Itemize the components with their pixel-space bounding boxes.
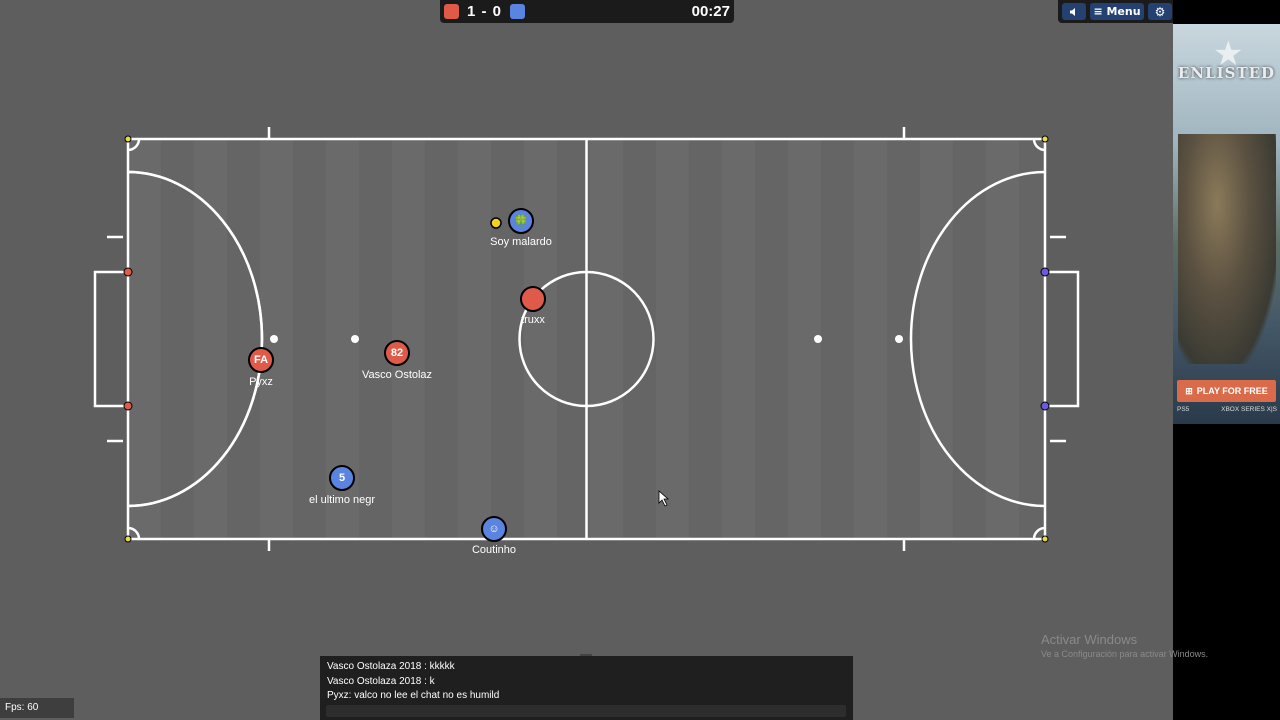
ad-cta-label: PLAY FOR FREE	[1196, 386, 1268, 396]
ad-logo: ENLISTED	[1177, 64, 1276, 82]
speaker-icon	[1070, 7, 1075, 16]
player-name: Coutinho	[471, 544, 517, 556]
ad-image[interactable]: ★ ENLISTED	[1173, 24, 1280, 424]
penalty-spot	[351, 335, 359, 343]
corner-post	[1041, 135, 1049, 143]
chat-input[interactable]	[326, 705, 846, 717]
watermark-title: Activar Windows	[1041, 632, 1138, 647]
player-disc-el-ultimo: 5	[329, 465, 355, 491]
scoreboard: 1 - 0 00:27	[440, 0, 734, 23]
penalty-spot	[270, 335, 278, 343]
windows-icon: ⊞	[1185, 385, 1193, 396]
game-area[interactable]: 🍀 Soy malardo truxx 82 Vasco Ostolaz FA …	[0, 0, 1173, 720]
red-team-indicator	[444, 4, 459, 19]
right-goal	[1045, 270, 1080, 408]
player-disc-coutinho: ☺	[481, 516, 507, 542]
corner-post	[124, 135, 132, 143]
watermark-subtitle: Ve a Configuración para activar Windows.	[1041, 649, 1209, 659]
fps-counter: Fps: 60	[0, 698, 74, 718]
goalpost	[1040, 401, 1050, 411]
blue-team-indicator	[510, 4, 526, 19]
player-name: el ultimo negr	[308, 494, 376, 506]
player-avatar: 5	[338, 472, 346, 484]
player-name: Vasco Ostolaz	[361, 369, 433, 381]
player-disc-soy-malardo: 🍀	[508, 208, 534, 234]
player-name: Soy malardo	[490, 236, 552, 248]
player-disc-truxx	[520, 286, 546, 312]
player-name: Pyxz	[249, 376, 273, 388]
match-timer: 00:27	[691, 3, 730, 20]
chat-message: Vasco Ostolaza 2018 : k	[327, 675, 435, 687]
sound-button[interactable]	[1062, 3, 1086, 20]
goalpost	[1040, 267, 1050, 277]
windows-activation-watermark: Activar Windows Ve a Configuración para …	[1041, 632, 1208, 659]
score: 1 - 0	[467, 3, 503, 20]
soldier-image	[1178, 134, 1276, 364]
player-avatar: 82	[390, 347, 404, 359]
player-disc-vasco: 82	[384, 340, 410, 366]
chat-message: Pyxz: valco no lee el chat no es humild	[327, 690, 500, 701]
ad-banner[interactable]: ★ ENLISTED ⊞ PLAY FOR FREE PS5 XBOX SERI…	[1173, 0, 1280, 720]
left-goal	[93, 270, 128, 408]
goalpost	[123, 401, 133, 411]
ball	[490, 217, 502, 229]
player-avatar: FA	[253, 354, 269, 366]
chat-message: Vasco Ostolaza 2018 : kkkkk	[327, 661, 455, 672]
player-avatar: ☺	[488, 523, 500, 535]
player-disc-pyxz: FA	[248, 347, 274, 373]
goalpost	[123, 267, 133, 277]
penalty-spot	[814, 335, 822, 343]
chat-panel: Vasco Ostolaza 2018 : kkkkk Vasco Ostola…	[320, 656, 853, 720]
menu-button[interactable]: ≡ Menu	[1090, 3, 1144, 20]
platform-ps5: PS5	[1177, 406, 1190, 413]
penalty-spot	[895, 335, 903, 343]
top-controls: ≡ Menu ⚙	[1058, 0, 1173, 23]
settings-button[interactable]: ⚙	[1148, 3, 1172, 20]
futsal-field	[93, 127, 1080, 551]
player-avatar: 🍀	[513, 214, 529, 228]
gear-icon: ⚙	[1154, 4, 1166, 19]
corner-post	[124, 535, 132, 543]
play-for-free-button[interactable]: ⊞ PLAY FOR FREE	[1177, 380, 1276, 402]
player-name: truxx	[521, 314, 545, 326]
ad-platforms: PS5 XBOX SERIES X|S	[1177, 406, 1277, 413]
platform-xbox: XBOX SERIES X|S	[1221, 406, 1277, 413]
corner-post	[1041, 535, 1049, 543]
